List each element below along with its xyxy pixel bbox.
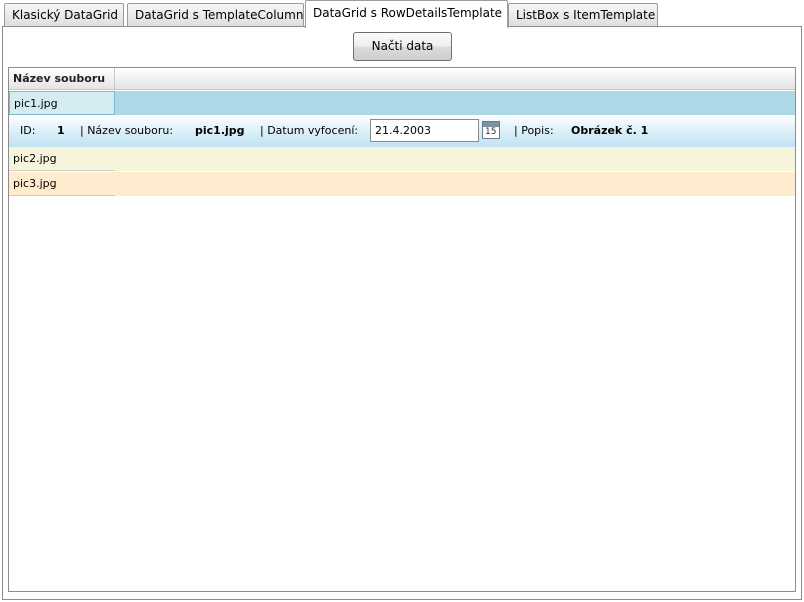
file-name-cell[interactable]: pic3.jpg bbox=[9, 172, 115, 196]
table-row[interactable]: pic3.jpg bbox=[9, 172, 795, 196]
date-taken-input[interactable]: 21.4.2003 bbox=[370, 119, 479, 142]
table-row[interactable]: pic1.jpg bbox=[9, 91, 795, 115]
tab-klasicky-datagrid[interactable]: Klasický DataGrid bbox=[4, 3, 124, 26]
file-name-value: pic1.jpg bbox=[195, 124, 245, 137]
description-value: Obrázek č. 1 bbox=[571, 124, 649, 137]
date-label: | Datum vyfocení: bbox=[260, 124, 359, 137]
id-value: 1 bbox=[57, 124, 65, 137]
calendar-icon-number: 15 bbox=[485, 127, 497, 137]
file-name-cell[interactable]: pic1.jpg bbox=[9, 91, 115, 115]
load-data-button[interactable]: Načti data bbox=[353, 32, 452, 61]
description-label: | Popis: bbox=[514, 124, 554, 137]
tab-listbox-itemtemplate[interactable]: ListBox s ItemTemplate bbox=[508, 3, 658, 26]
tab-datagrid-rowdetailstemplate[interactable]: DataGrid s RowDetailsTemplate bbox=[305, 0, 508, 28]
calendar-icon[interactable]: 15 bbox=[482, 121, 500, 139]
table-row[interactable]: pic2.jpg bbox=[9, 147, 795, 171]
tab-strip: Klasický DataGrid DataGrid s TemplateCol… bbox=[0, 0, 804, 28]
tab-datagrid-templatecolumn[interactable]: DataGrid s TemplateColumn bbox=[127, 3, 304, 26]
grid-header: Název souboru bbox=[9, 68, 795, 90]
file-name-cell[interactable]: pic2.jpg bbox=[9, 147, 115, 171]
id-label: ID: bbox=[20, 124, 36, 137]
row-details: ID: 1 | Název souboru: pic1.jpg | Datum … bbox=[9, 115, 795, 147]
column-header-file-name[interactable]: Název souboru bbox=[9, 68, 115, 90]
data-grid: Název souboru pic1.jpg ID: 1 | Název sou… bbox=[8, 67, 796, 592]
tab-panel: Načti data Název souboru pic1.jpg ID: 1 … bbox=[2, 26, 802, 600]
file-name-label: | Název souboru: bbox=[80, 124, 174, 137]
